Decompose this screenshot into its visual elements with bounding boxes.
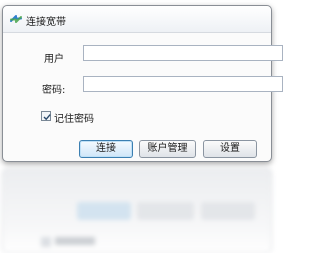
- password-label: 密码:: [42, 85, 66, 96]
- title-bar: 连接宽带: [3, 6, 271, 33]
- checkmark-icon: [43, 114, 51, 121]
- remember-password-label: 记住密码: [54, 114, 94, 125]
- settings-button[interactable]: 设置: [203, 140, 257, 158]
- reflection-checkbox: [41, 237, 51, 247]
- username-label: 用户: [44, 54, 64, 65]
- dialog-reflection: [0, 168, 272, 253]
- reflection-connect-button: [77, 202, 131, 220]
- reflection-account-button: [137, 202, 194, 220]
- reflection-settings-button: [201, 202, 255, 220]
- account-manage-button[interactable]: 账户管理: [139, 140, 196, 158]
- password-input[interactable]: [83, 76, 283, 92]
- reflection-frame: [2, 168, 272, 253]
- connect-button[interactable]: 连接: [79, 140, 133, 158]
- reflection-checkbox-label: [55, 237, 95, 245]
- username-input[interactable]: [83, 45, 283, 61]
- dialog-title: 连接宽带: [26, 17, 66, 28]
- remember-password-checkbox[interactable]: [41, 111, 51, 121]
- connect-broadband-dialog: 连接宽带 用户 密码: 记住密码 连接 账户管理 设置: [2, 5, 283, 162]
- network-connection-icon: [9, 12, 23, 26]
